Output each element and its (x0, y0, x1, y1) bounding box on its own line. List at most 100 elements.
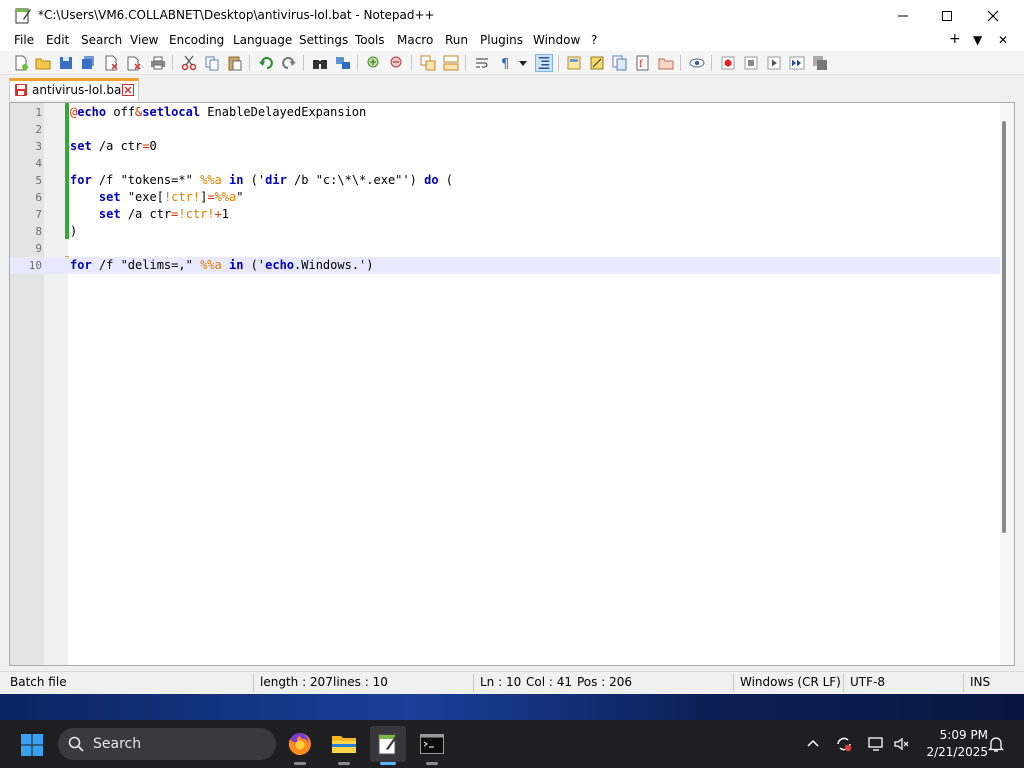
unsaved-file-icon (15, 84, 27, 96)
tab-antivirus-lol-bat[interactable]: antivirus-lol.bat (9, 78, 139, 100)
status-insert-mode[interactable]: INS (970, 675, 990, 689)
play-icon (767, 56, 781, 70)
save-button[interactable] (57, 54, 75, 72)
toolbar: ¶ f (0, 51, 1024, 75)
redo-button[interactable] (280, 54, 298, 72)
macro-record-button[interactable] (719, 54, 737, 72)
menu-settings[interactable]: Settings (299, 33, 348, 47)
clock-date[interactable]: 2/21/2025 (920, 745, 988, 759)
folder-workspace-button[interactable] (657, 54, 675, 72)
cut-button[interactable] (180, 54, 198, 72)
toolbar-separator (558, 55, 559, 71)
notifications-button[interactable] (986, 734, 1006, 754)
code-token: + (214, 207, 222, 221)
vertical-scrollbar[interactable] (1000, 103, 1014, 665)
status-eol[interactable]: Windows (CR LF) (740, 675, 841, 689)
macro-save-button[interactable] (811, 54, 829, 72)
zoom-out-button[interactable] (388, 54, 406, 72)
code-line[interactable]: 5 for /f "tokens=*" %%a in ('dir /b "c:\*… (10, 172, 1000, 189)
doc-map-button[interactable] (588, 54, 606, 72)
open-file-button[interactable] (34, 54, 52, 72)
close-button[interactable] (970, 0, 1016, 31)
code-line[interactable]: 1 @echo off&setlocal EnableDelayedExpansi… (10, 104, 1000, 121)
tray-sync[interactable] (834, 734, 854, 754)
macro-play-button[interactable] (765, 54, 783, 72)
menu-file[interactable]: File (14, 33, 34, 47)
tray-network[interactable] (866, 734, 886, 754)
indent-guide-button[interactable] (535, 54, 553, 72)
print-button[interactable] (149, 54, 167, 72)
menu-search[interactable]: Search (81, 33, 122, 47)
menu-language[interactable]: Language (233, 33, 292, 47)
taskbar-notepadpp[interactable] (370, 726, 406, 765)
menu-view[interactable]: View (130, 33, 158, 47)
show-all-chars-button[interactable]: ¶ (497, 54, 515, 72)
doc-list-button[interactable] (611, 54, 629, 72)
zoom-in-button[interactable] (365, 54, 383, 72)
word-wrap-button[interactable] (473, 54, 491, 72)
find-button[interactable] (311, 54, 329, 72)
code-line[interactable]: 8) (10, 223, 1000, 240)
menu-plugins[interactable]: Plugins (480, 33, 523, 47)
close-doc-button[interactable]: ✕ (998, 33, 1008, 47)
replace-button[interactable] (334, 54, 352, 72)
define-language-button[interactable] (565, 54, 583, 72)
status-column: Col : 41 (526, 675, 572, 689)
maximize-button[interactable] (924, 0, 970, 31)
taskbar-search[interactable]: Search (58, 728, 276, 760)
copy-button[interactable] (203, 54, 221, 72)
sync-vertical-button[interactable] (419, 54, 437, 72)
status-encoding[interactable]: UTF-8 (850, 675, 885, 689)
code-line[interactable]: 3 set /a ctr=0 (10, 138, 1000, 155)
menu-window[interactable]: Window (533, 33, 580, 47)
taskbar-firefox[interactable] (282, 726, 318, 765)
paste-button[interactable] (226, 54, 244, 72)
taskbar-file-explorer[interactable] (326, 726, 362, 765)
close-file-button[interactable] (102, 54, 120, 72)
copy-icon (205, 56, 219, 71)
save-all-icon (82, 56, 94, 69)
pilcrow-icon: ¶ (501, 57, 509, 71)
menu-tools[interactable]: Tools (355, 33, 385, 47)
code-line[interactable]: 2 (10, 121, 1000, 138)
menu-edit[interactable]: Edit (46, 33, 69, 47)
scrollbar-thumb[interactable] (1002, 121, 1006, 533)
code-line[interactable]: 4 (10, 155, 1000, 172)
function-list-button[interactable]: f (634, 54, 652, 72)
save-icon (60, 57, 72, 69)
word-wrap-icon (476, 58, 488, 68)
undo-button[interactable] (257, 54, 275, 72)
code-line[interactable]: 10 for /f "delims=," %%a in ('echo.Window… (10, 257, 1000, 274)
code-line[interactable]: 6 set "exe[!ctr!]=%%a" (10, 189, 1000, 206)
sync-vertical-icon (420, 55, 436, 71)
clock-time[interactable]: 5:09 PM (932, 728, 988, 742)
active-indicator (380, 762, 396, 765)
menu-help[interactable]: ? (591, 33, 597, 47)
close-all-button[interactable] (125, 54, 143, 72)
tray-volume[interactable] (892, 734, 912, 754)
taskbar-terminal[interactable] (414, 726, 450, 765)
toolbar-dropdown-button[interactable] (516, 54, 530, 72)
code-token: /f "tokens=*" (91, 173, 201, 187)
new-file-button[interactable] (12, 54, 30, 72)
minimize-button[interactable] (880, 0, 926, 31)
menu-macro[interactable]: Macro (397, 33, 433, 47)
macro-run-multiple-button[interactable] (788, 54, 806, 72)
tab-list-dropdown-button[interactable]: ▼ (973, 33, 982, 47)
menu-run[interactable]: Run (445, 33, 468, 47)
line-number: 6 (35, 191, 42, 204)
save-all-button[interactable] (79, 54, 97, 72)
sync-horizontal-button[interactable] (442, 54, 460, 72)
monitoring-button[interactable] (688, 54, 706, 72)
code-line[interactable]: 7 set /a ctr=!ctr!+1 (10, 206, 1000, 223)
tab-close-icon[interactable] (122, 84, 134, 96)
new-tab-plus-button[interactable]: + (949, 31, 961, 47)
menu-encoding[interactable]: Encoding (169, 33, 224, 47)
status-language: Batch file (10, 675, 67, 689)
code-line[interactable]: 9 (10, 240, 1000, 257)
macro-stop-button[interactable] (742, 54, 760, 72)
code-editor[interactable]: 1 @echo off&setlocal EnableDelayedExpansi… (9, 102, 1015, 666)
show-hidden-icons-button[interactable] (803, 734, 823, 754)
windows-start-icon[interactable] (20, 733, 44, 757)
